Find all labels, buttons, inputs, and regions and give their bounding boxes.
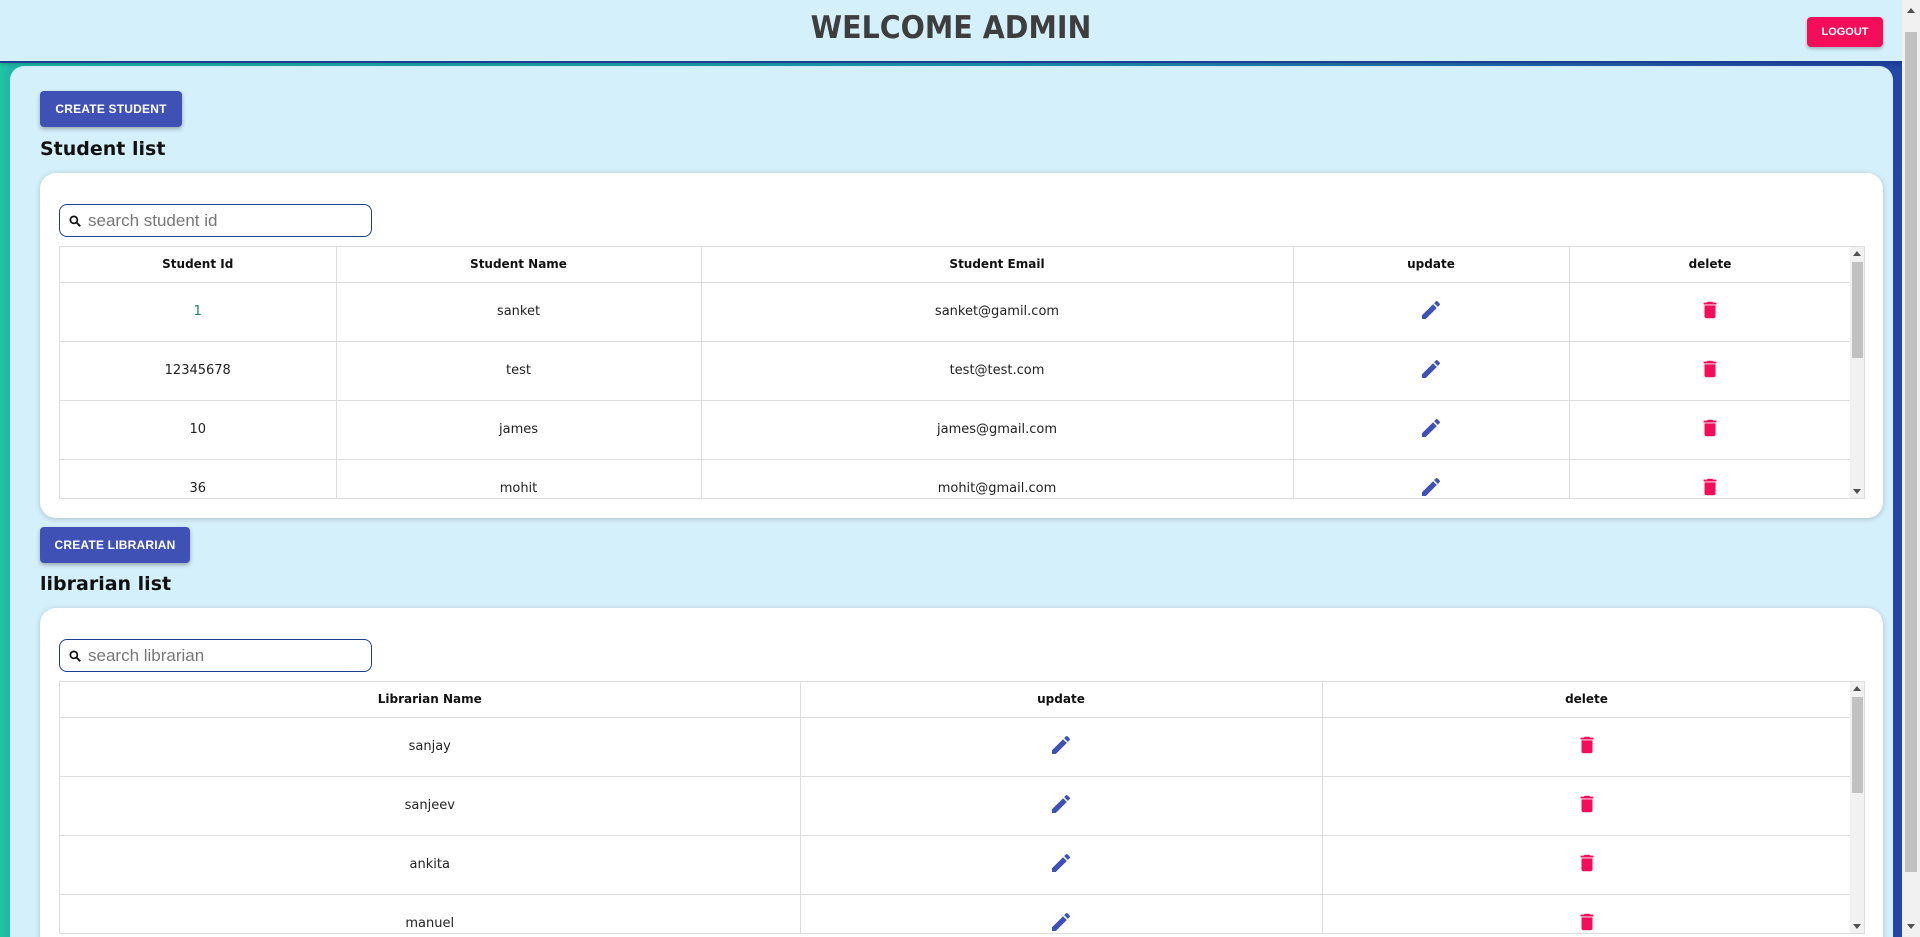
- page-scrollbar[interactable]: [1902, 0, 1920, 937]
- student-table-scrollbar[interactable]: [1850, 247, 1864, 498]
- logout-button[interactable]: LOGOUT: [1807, 17, 1883, 47]
- trash-icon[interactable]: [1576, 910, 1598, 934]
- col-librarian-name: Librarian Name: [60, 682, 801, 718]
- col-update: update: [1293, 247, 1570, 283]
- trash-icon[interactable]: [1576, 733, 1598, 757]
- trash-icon[interactable]: [1699, 298, 1721, 322]
- delete-cell: [1322, 717, 1852, 777]
- delete-cell: [1569, 341, 1852, 401]
- scroll-down-arrow[interactable]: [1853, 489, 1861, 494]
- table-row: 1 sanket sanket@gamil.com: [60, 282, 1852, 342]
- scroll-thumb[interactable]: [1852, 262, 1863, 358]
- pencil-icon[interactable]: [1049, 910, 1073, 934]
- page-scroll-thumb[interactable]: [1905, 32, 1917, 872]
- student-id-cell: 1: [60, 282, 337, 342]
- scroll-up-arrow[interactable]: [1853, 686, 1861, 691]
- trash-icon[interactable]: [1576, 792, 1598, 816]
- pencil-icon[interactable]: [1049, 792, 1073, 816]
- delete-cell: [1569, 400, 1852, 460]
- librarian-search-box[interactable]: [59, 639, 372, 672]
- search-icon: [69, 214, 81, 227]
- student-search-box[interactable]: [59, 204, 372, 237]
- main-content: CREATE STUDENT Student list Student Id S…: [10, 66, 1893, 937]
- table-row: sanjeev: [60, 776, 1852, 836]
- table-row: sanjay: [60, 717, 1852, 777]
- app-header: WELCOME ADMIN LOGOUT: [0, 0, 1902, 63]
- delete-cell: [1569, 459, 1852, 499]
- student-name-cell: james: [336, 400, 702, 460]
- librarian-list-card: Librarian Name update delete sanjaysanje…: [40, 608, 1883, 937]
- create-student-button[interactable]: CREATE STUDENT: [40, 91, 182, 127]
- pencil-icon[interactable]: [1419, 298, 1443, 322]
- table-row: 10 james james@gmail.com: [60, 400, 1852, 460]
- delete-cell: [1322, 894, 1852, 934]
- trash-icon[interactable]: [1699, 416, 1721, 440]
- update-cell: [1293, 400, 1570, 460]
- librarian-name-cell: ankita: [60, 835, 801, 895]
- scroll-thumb[interactable]: [1852, 697, 1863, 793]
- update-cell: [800, 776, 1323, 836]
- table-row: manuel: [60, 894, 1852, 934]
- scroll-down-arrow[interactable]: [1853, 924, 1861, 929]
- student-search-input[interactable]: [88, 210, 358, 231]
- librarian-table: Librarian Name update delete sanjay sanje…: [59, 681, 1865, 934]
- delete-cell: [1569, 282, 1852, 342]
- delete-cell: [1322, 835, 1852, 895]
- table-row: 36 mohit mohit@gmail.com: [60, 459, 1852, 499]
- pencil-icon[interactable]: [1049, 851, 1073, 875]
- student-email-cell: james@gmail.com: [701, 400, 1294, 460]
- trash-icon[interactable]: [1699, 357, 1721, 381]
- update-cell: [800, 894, 1323, 934]
- col-student-name: Student Name: [336, 247, 702, 283]
- create-librarian-button[interactable]: CREATE LIBRARIAN: [40, 527, 190, 563]
- librarian-search-input[interactable]: [88, 645, 358, 666]
- student-email-cell: test@test.com: [701, 341, 1294, 401]
- col-update: update: [800, 682, 1323, 718]
- pencil-icon[interactable]: [1419, 475, 1443, 499]
- librarian-name-cell: manuel: [60, 894, 801, 933]
- page-scroll-up-arrow[interactable]: [1907, 8, 1915, 13]
- update-cell: [1293, 282, 1570, 342]
- table-row: 12345678 test test@test.com: [60, 341, 1852, 401]
- librarian-table-scrollbar[interactable]: [1850, 682, 1864, 933]
- update-cell: [1293, 341, 1570, 401]
- librarian-list-title: librarian list: [40, 573, 172, 595]
- trash-icon[interactable]: [1699, 475, 1721, 499]
- scroll-up-arrow[interactable]: [1853, 251, 1861, 256]
- col-student-email: Student Email: [701, 247, 1294, 283]
- trash-icon[interactable]: [1576, 851, 1598, 875]
- col-delete: delete: [1569, 247, 1852, 283]
- pencil-icon[interactable]: [1419, 416, 1443, 440]
- page-title: WELCOME ADMIN: [810, 10, 1092, 46]
- search-icon: [69, 649, 81, 662]
- student-list-card: Student Id Student Name Student Email up…: [40, 173, 1883, 518]
- student-table-header: Student Id Student Name Student Email up…: [60, 247, 1852, 283]
- student-name-cell: mohit: [336, 459, 702, 498]
- librarian-table-header: Librarian Name update delete: [60, 682, 1852, 718]
- col-delete: delete: [1322, 682, 1852, 718]
- update-cell: [1293, 459, 1570, 499]
- col-student-id: Student Id: [60, 247, 337, 283]
- table-row: ankita: [60, 835, 1852, 895]
- student-name-cell: test: [336, 341, 702, 401]
- student-id-cell: 12345678: [60, 341, 337, 401]
- student-name-cell: sanket: [336, 282, 702, 342]
- page-scroll-down-arrow[interactable]: [1907, 924, 1915, 929]
- student-id-cell: 36: [60, 459, 337, 498]
- librarian-name-cell: sanjay: [60, 717, 801, 777]
- update-cell: [800, 835, 1323, 895]
- update-cell: [800, 717, 1323, 777]
- student-table: Student Id Student Name Student Email up…: [59, 246, 1865, 499]
- student-email-cell: sanket@gamil.com: [701, 282, 1294, 342]
- librarian-name-cell: sanjeev: [60, 776, 801, 836]
- student-list-title: Student list: [40, 138, 166, 160]
- delete-cell: [1322, 776, 1852, 836]
- student-email-cell: mohit@gmail.com: [701, 459, 1294, 498]
- pencil-icon[interactable]: [1419, 357, 1443, 381]
- student-id-cell: 10: [60, 400, 337, 460]
- pencil-icon[interactable]: [1049, 733, 1073, 757]
